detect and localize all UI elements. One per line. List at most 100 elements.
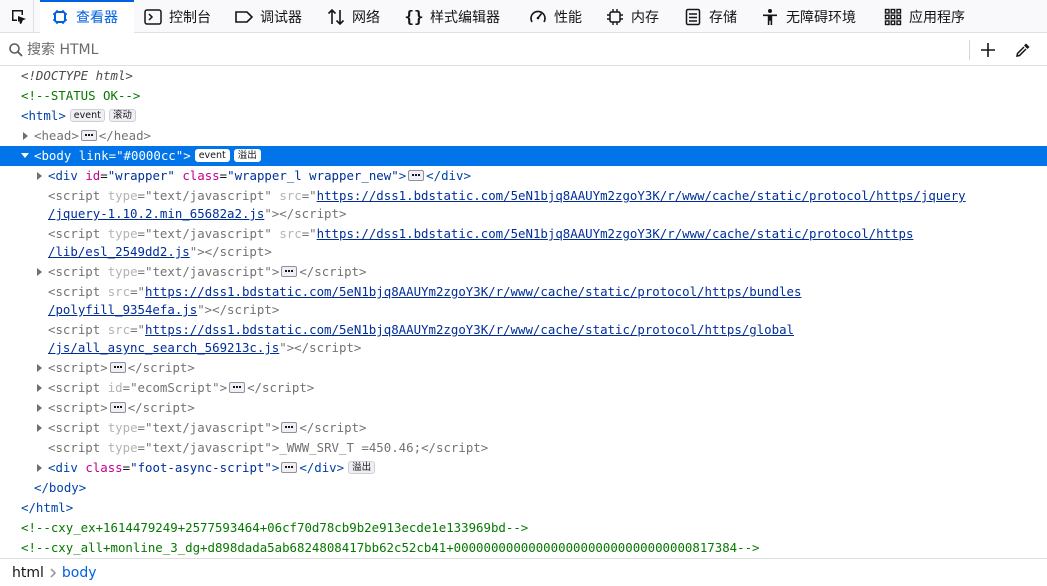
breadcrumb-item-html[interactable]: html — [8, 565, 48, 581]
event-badge[interactable]: event — [69, 109, 105, 122]
attr-name: type — [107, 420, 138, 435]
attr-value: "foot-async-script" — [130, 460, 272, 475]
tab-debugger[interactable]: 调试器 — [234, 0, 302, 33]
expand-twisty-icon[interactable] — [37, 364, 42, 372]
attr-name: class — [85, 460, 123, 475]
scroll-badge[interactable]: 滚动 — [108, 109, 136, 122]
expand-twisty-icon[interactable] — [37, 404, 42, 412]
tab-style-editor[interactable]: {} 样式编辑器 — [404, 0, 500, 33]
script-src-link[interactable]: /js/all_async_search_569213c.js — [48, 340, 279, 355]
add-node-button[interactable] — [976, 39, 1000, 61]
wrapper-div-node[interactable]: <div id="wrapper" class="wrapper_l wrapp… — [0, 166, 1047, 186]
collapsed-ellipsis-icon[interactable] — [281, 422, 298, 433]
breadcrumb-item-body[interactable]: body — [58, 565, 101, 581]
tab-label: 网络 — [352, 9, 380, 26]
tag-name: script — [314, 264, 359, 279]
attr-name: id — [107, 380, 123, 395]
search-html-input[interactable] — [27, 39, 927, 61]
script-node[interactable]: <script type="text/javascript" src="http… — [0, 186, 1047, 206]
tab-memory[interactable]: 内存 — [605, 0, 659, 33]
script-node[interactable]: <script type="text/javascript">_WWW_SRV_… — [0, 438, 1047, 458]
script-node[interactable]: <script src="https://dss1.bdstatic.com/5… — [0, 282, 1047, 302]
collapsed-ellipsis-icon[interactable] — [109, 362, 126, 373]
devtools-toolbar: 查看器 控制台 调试器 网络 {} 样式编辑器 性能 内存 存储 无障碍环境 应… — [0, 0, 1047, 33]
doctype-text: <!DOCTYPE html> — [21, 68, 133, 83]
script-src-link[interactable]: /jquery-1.10.2.min_65682a2.js — [48, 206, 264, 221]
attr-name: src — [107, 284, 131, 299]
script-src-link[interactable]: /lib/esl_2549dd2.js — [48, 244, 190, 259]
script-node[interactable]: <script type="text/javascript" src="http… — [0, 224, 1047, 244]
tag-name: head — [113, 128, 144, 143]
script-node[interactable]: <script> </script> — [0, 398, 1047, 418]
foot-div-node[interactable]: <div class="foot-async-script"> </div> 溢出 — [0, 458, 1047, 478]
tag-name: body — [41, 148, 72, 163]
collapsed-ellipsis-icon[interactable] — [408, 170, 425, 181]
tab-label: 内存 — [631, 9, 659, 26]
tab-application[interactable]: 应用程序 — [883, 0, 965, 33]
tag-name: div — [55, 460, 78, 475]
attr-name: type — [107, 188, 138, 203]
comment-node[interactable]: <!--cxy_all+monline_3_dg+d898dada5ab6824… — [0, 538, 1047, 556]
tag-name: div — [314, 460, 337, 475]
collapsed-ellipsis-icon[interactable] — [281, 462, 298, 473]
expand-twisty-icon[interactable] — [37, 464, 42, 472]
tab-network[interactable]: 网络 — [326, 0, 380, 33]
tag-name: script — [219, 244, 265, 259]
element-picker-button[interactable] — [4, 0, 34, 33]
expand-twisty-icon[interactable] — [23, 132, 28, 140]
tab-console[interactable]: 控制台 — [143, 0, 211, 33]
expand-twisty-icon[interactable] — [37, 268, 42, 276]
performance-icon — [528, 7, 548, 27]
script-src-link[interactable]: https://dss1.bdstatic.com/5eN1bjq8AAUYm2… — [145, 322, 794, 337]
attr-name: src — [107, 322, 131, 337]
script-src-link[interactable]: https://dss1.bdstatic.com/5eN1bjq8AAUYm2… — [317, 226, 914, 241]
tab-storage[interactable]: 存储 — [683, 0, 737, 33]
storage-icon — [683, 7, 703, 27]
script-node[interactable]: <script type="text/javascript"> </script> — [0, 262, 1047, 282]
comment-node[interactable]: <!--STATUS OK--> — [0, 86, 1047, 106]
tag-name: script — [262, 380, 307, 395]
element-picker-icon — [11, 9, 26, 24]
expand-twisty-icon[interactable] — [37, 424, 42, 432]
tab-inspector[interactable]: 查看器 — [40, 0, 134, 33]
collapsed-ellipsis-icon[interactable] — [109, 402, 126, 413]
overflow-badge[interactable]: 溢出 — [348, 461, 376, 474]
collapsed-ellipsis-icon[interactable] — [281, 266, 298, 277]
overflow-badge[interactable]: 溢出 — [233, 149, 261, 162]
eyedropper-button[interactable] — [1011, 39, 1035, 61]
tab-accessibility[interactable]: 无障碍环境 — [760, 0, 856, 33]
tag-name: script — [55, 226, 101, 241]
script-node[interactable]: <script src="https://dss1.bdstatic.com/5… — [0, 320, 1047, 340]
body-node-selected[interactable]: <body link="#0000cc"> event 溢出 — [0, 146, 1047, 166]
tag-name: head — [41, 128, 72, 143]
expand-twisty-icon[interactable] — [37, 384, 42, 392]
attr-value: "ecomScript" — [130, 380, 220, 395]
tab-performance[interactable]: 性能 — [528, 0, 582, 33]
html-close-node[interactable]: </html> — [0, 498, 1047, 518]
script-src-link[interactable]: https://dss1.bdstatic.com/5eN1bjq8AAUYm2… — [317, 188, 966, 203]
script-src-link[interactable]: /polyfill_9354efa.js — [48, 302, 197, 317]
script-inline-text: _WWW_SRV_T =450.46; — [279, 440, 422, 455]
comment-node[interactable]: <!--cxy_ex+1614479249+2577593464+06cf70d… — [0, 518, 1047, 538]
collapse-twisty-icon[interactable] — [21, 153, 29, 158]
html-node[interactable]: <html> event 滚动 — [0, 106, 1047, 126]
tag-name: script — [55, 400, 101, 415]
script-node[interactable]: <script type="text/javascript"> </script> — [0, 418, 1047, 438]
head-node[interactable]: <head> </head> — [0, 126, 1047, 146]
script-node[interactable]: <script id="ecomScript"> </script> — [0, 378, 1047, 398]
attr-name: type — [107, 264, 138, 279]
doctype-node[interactable]: <!DOCTYPE html> — [0, 66, 1047, 86]
collapsed-ellipsis-icon[interactable] — [80, 130, 97, 141]
inspector-icon — [50, 7, 70, 27]
breadcrumb: html body — [0, 558, 1047, 586]
collapsed-ellipsis-icon[interactable] — [229, 382, 246, 393]
script-src-link[interactable]: https://dss1.bdstatic.com/5eN1bjq8AAUYm2… — [145, 284, 801, 299]
script-node-continued: /js/all_async_search_569213c.js"></scrip… — [48, 340, 362, 355]
console-icon — [143, 7, 163, 27]
script-node[interactable]: <script> </script> — [0, 358, 1047, 378]
event-badge[interactable]: event — [194, 149, 230, 162]
attr-value: "wrapper" — [107, 168, 175, 183]
expand-twisty-icon[interactable] — [37, 172, 42, 180]
script-node-continued: /lib/esl_2549dd2.js"></script> — [48, 244, 272, 259]
body-close-node[interactable]: </body> — [0, 478, 1047, 498]
